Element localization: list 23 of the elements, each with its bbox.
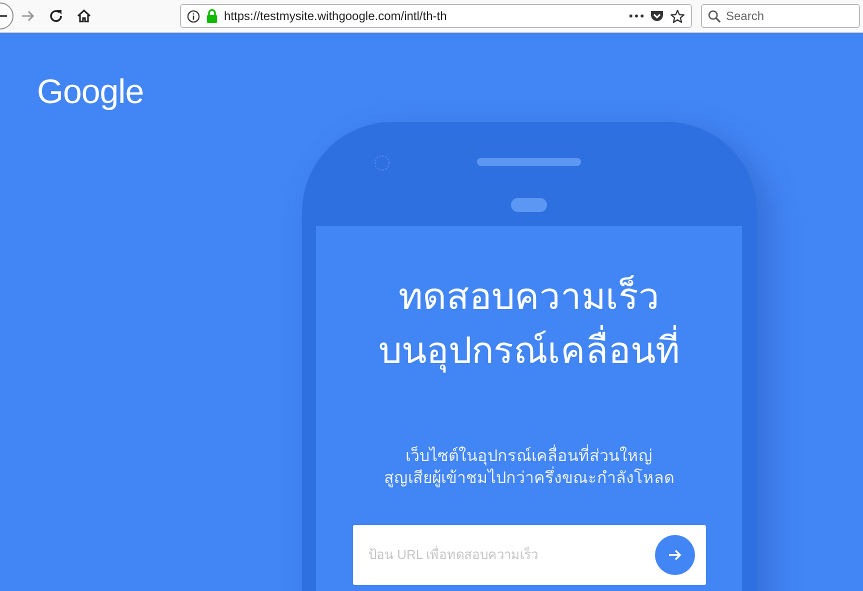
info-icon[interactable] <box>187 10 200 22</box>
reload-icon[interactable] <box>48 8 64 24</box>
search-field[interactable]: Search <box>701 4 860 28</box>
url-input[interactable]: ป้อน URL เพื่อทดสอบความเร็ว <box>368 540 638 570</box>
subtitle: เว็บไซต์ในอุปกรณ์เคลื่อนที่ส่วนใหญ่ <box>406 446 652 468</box>
url-text: https://testmysite.withgoogle.com/intl/th-th <box>224 9 448 23</box>
logo[interactable]: Google <box>37 73 144 111</box>
back-button[interactable] <box>0 2 14 30</box>
star-icon[interactable] <box>670 8 685 24</box>
headline: บนอุปกรณ์เคลื่อนที่ <box>378 324 680 378</box>
more-icon[interactable] <box>629 14 644 18</box>
lock-icon[interactable] <box>206 9 218 23</box>
sensor-slot <box>511 198 547 212</box>
address-bar[interactable]: https://testmysite.withgoogle.com/intl/th-th <box>180 4 692 28</box>
arrow-right-icon <box>666 547 682 563</box>
search-input[interactable]: Search <box>726 9 846 23</box>
pocket-icon[interactable] <box>650 9 664 23</box>
headline: ทดสอบความเร็ว <box>398 274 660 319</box>
home-icon[interactable] <box>76 8 92 24</box>
search-icon <box>708 10 721 22</box>
submit-button[interactable] <box>654 535 694 575</box>
subtitle: สูญเสียผู้เข้าชมไปกว่าครึ่งขณะกำลังโหลด <box>384 468 674 490</box>
url-input-field[interactable]: ป้อน URL เพื่อทดสอบความเร็ว <box>352 525 706 585</box>
